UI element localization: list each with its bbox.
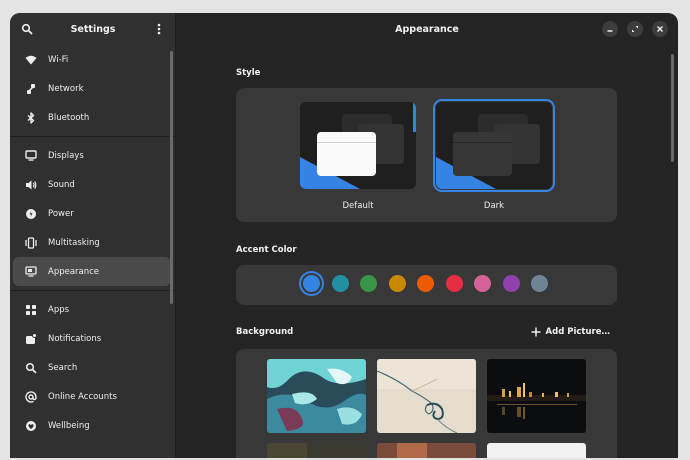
sidebar-item-sound[interactable]: Sound xyxy=(13,170,171,199)
sidebar-item-bluetooth[interactable]: Bluetooth xyxy=(13,103,171,132)
at-icon xyxy=(24,390,38,404)
apps-grid-icon xyxy=(24,303,38,317)
minimize-button[interactable] xyxy=(602,21,618,37)
wallpaper-thumbnail[interactable] xyxy=(377,443,476,458)
dark-style-preview xyxy=(436,102,552,189)
speaker-icon xyxy=(24,178,38,192)
style-option-default[interactable] xyxy=(300,102,416,189)
maximize-icon xyxy=(632,26,638,32)
main-header: Appearance xyxy=(176,13,678,45)
power-icon xyxy=(24,207,38,221)
add-picture-button[interactable]: Add Picture… xyxy=(531,327,610,337)
sidebar-item-online-accounts[interactable]: Online Accounts xyxy=(13,382,171,411)
sidebar-item-label: Notifications xyxy=(48,333,102,344)
page-title: Appearance xyxy=(395,23,459,35)
style-option-dark-label: Dark xyxy=(483,201,505,211)
sidebar-item-wifi[interactable]: Wi-Fi xyxy=(13,45,171,74)
sidebar-item-power[interactable]: Power xyxy=(13,199,171,228)
sidebar-scrollbar[interactable] xyxy=(170,51,173,304)
sidebar-item-apps[interactable]: Apps xyxy=(13,295,171,324)
bluetooth-icon xyxy=(24,111,38,125)
accent-color-swatch[interactable] xyxy=(531,275,548,292)
sidebar-item-label: Search xyxy=(48,362,78,373)
sidebar-item-label: Multitasking xyxy=(48,237,100,248)
wellbeing-icon xyxy=(24,419,38,433)
wallpaper-thumbnail[interactable] xyxy=(487,443,586,458)
sidebar-item-label: Apps xyxy=(48,304,70,315)
sidebar-item-label: Displays xyxy=(48,150,84,161)
style-card: Default Dark xyxy=(236,88,617,222)
notifications-icon xyxy=(24,332,38,346)
display-icon xyxy=(24,149,38,163)
accent-color-swatch[interactable] xyxy=(388,275,406,292)
sidebar-item-displays[interactable]: Displays xyxy=(13,141,171,170)
sidebar-header: Settings xyxy=(10,13,175,45)
sidebar-item-label: Sound xyxy=(48,179,75,190)
maximize-button[interactable] xyxy=(627,21,643,37)
add-picture-label: Add Picture… xyxy=(545,327,610,337)
accent-section-label: Accent Color xyxy=(236,245,297,255)
wallpaper-thumbnail[interactable] xyxy=(377,359,476,433)
multitasking-icon xyxy=(24,236,38,250)
sidebar-item-label: Online Accounts xyxy=(48,391,117,402)
wallpaper-thumbnail[interactable] xyxy=(267,359,366,433)
accent-color-swatch[interactable] xyxy=(417,275,434,292)
default-style-preview xyxy=(300,102,416,189)
accent-color-swatch[interactable] xyxy=(331,275,349,292)
background-section-label: Background xyxy=(236,327,294,337)
wifi-icon xyxy=(24,53,38,67)
sidebar-item-label: Wi-Fi xyxy=(48,54,69,65)
sidebar: Settings Wi-Fi Network Bluetooth Display… xyxy=(10,13,176,458)
main-scrollbar[interactable] xyxy=(671,54,674,162)
plus-icon xyxy=(531,327,541,337)
search-icon xyxy=(24,361,38,375)
minimize-icon xyxy=(607,30,613,32)
sidebar-item-network[interactable]: Network xyxy=(13,74,171,103)
close-icon xyxy=(657,26,663,32)
accent-color-swatch[interactable] xyxy=(303,275,320,292)
accent-card xyxy=(236,265,617,305)
sidebar-item-label: Wellbeing xyxy=(48,420,90,431)
sidebar-item-appearance[interactable]: Appearance xyxy=(13,257,171,286)
style-section-label: Style xyxy=(236,68,261,78)
accent-color-swatch[interactable] xyxy=(445,275,463,292)
sidebar-item-label: Bluetooth xyxy=(48,112,90,123)
sidebar-divider xyxy=(10,136,175,137)
wallpaper-thumbnail[interactable] xyxy=(487,359,586,433)
window-controls xyxy=(602,21,668,37)
sidebar-item-multitasking[interactable]: Multitasking xyxy=(13,228,171,257)
sidebar-title: Settings xyxy=(70,23,116,35)
style-option-dark[interactable] xyxy=(433,99,555,192)
sidebar-item-search[interactable]: Search xyxy=(13,353,171,382)
settings-window: Settings Wi-Fi Network Bluetooth Display… xyxy=(10,13,678,458)
accent-color-swatch[interactable] xyxy=(502,275,520,292)
accent-color-swatch[interactable] xyxy=(474,275,491,292)
appearance-icon xyxy=(24,265,38,279)
sidebar-item-wellbeing[interactable]: Wellbeing xyxy=(13,411,171,440)
style-option-default-label: Default xyxy=(342,201,374,211)
sidebar-divider xyxy=(10,290,175,291)
sidebar-item-label: Power xyxy=(48,208,74,219)
network-icon xyxy=(24,82,38,96)
main-panel: Appearance Style Default Dark Accent Col… xyxy=(176,13,678,458)
sidebar-item-notifications[interactable]: Notifications xyxy=(13,324,171,353)
wallpaper-thumbnail[interactable] xyxy=(267,443,366,458)
menu-kebab-icon[interactable] xyxy=(151,21,167,37)
sidebar-item-label: Network xyxy=(48,83,84,94)
background-card xyxy=(236,349,617,458)
sidebar-list: Wi-Fi Network Bluetooth Displays Sound P… xyxy=(10,45,175,440)
close-button[interactable] xyxy=(652,21,668,37)
search-icon[interactable] xyxy=(19,21,35,37)
sidebar-item-label: Appearance xyxy=(48,266,100,277)
accent-color-swatch[interactable] xyxy=(360,275,377,292)
